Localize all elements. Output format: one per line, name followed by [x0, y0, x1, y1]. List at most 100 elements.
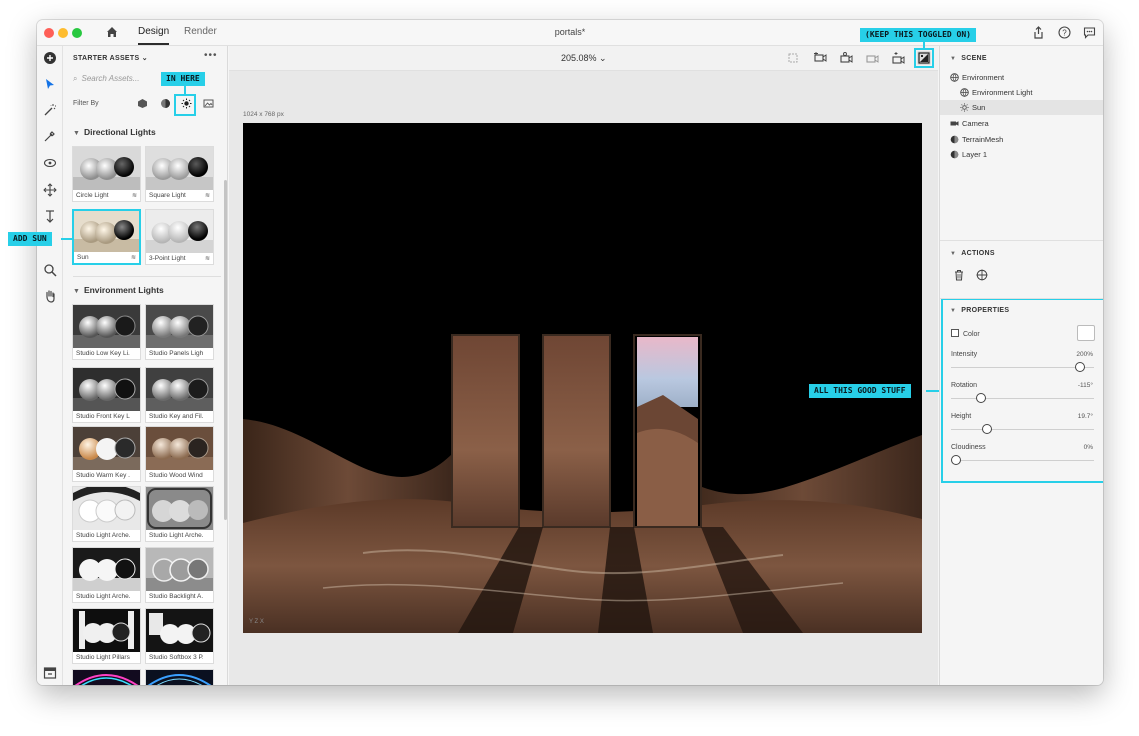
add-icon[interactable]: [43, 51, 57, 65]
asset-card-env-2[interactable]: Studio Front Key L...: [72, 367, 141, 423]
svg-text:?: ?: [1062, 28, 1067, 37]
cloudiness-value[interactable]: 0%: [1084, 444, 1093, 451]
asset-card-env-6[interactable]: Studio Light Arche...: [72, 486, 141, 542]
share-icon[interactable]: [1032, 26, 1045, 39]
help-icon[interactable]: ?: [1058, 26, 1071, 39]
intensity-slider-track[interactable]: [951, 367, 1094, 368]
thumbnail: [73, 548, 140, 591]
adjust-icon[interactable]: ≋: [131, 254, 136, 261]
callout-keep-toggled: (KEEP THIS TOGGLED ON): [860, 28, 976, 42]
material-filter-icon[interactable]: [160, 98, 171, 109]
asset-card-env-12[interactable]: [72, 669, 141, 685]
asset-card-circle-light[interactable]: Circle Light ≋: [72, 146, 141, 202]
panel-divider: [940, 298, 1103, 299]
asset-card-env-5[interactable]: Studio Wood Wind...: [145, 426, 214, 482]
callout-add-sun: ADD SUN: [8, 232, 52, 246]
scene-item-label: TerrainMesh: [962, 135, 1004, 144]
cloudiness-label: Cloudiness: [951, 444, 986, 451]
camera-bookmark-icon[interactable]: [813, 51, 827, 65]
asset-card-env-7[interactable]: Studio Light Arche...: [145, 486, 214, 542]
adjust-icon[interactable]: ≋: [132, 192, 137, 199]
image-filter-icon[interactable]: [203, 98, 214, 109]
hand-icon[interactable]: [43, 289, 57, 303]
scene-item-sun[interactable]: Sun: [940, 100, 1103, 115]
thumbnail: [73, 368, 140, 411]
asset-card-env-4[interactable]: Studio Warm Key ...: [72, 426, 141, 482]
dolly-icon[interactable]: [43, 210, 57, 224]
zoom-icon[interactable]: [43, 263, 57, 277]
scene-item-layer-1[interactable]: Layer 1: [940, 147, 1103, 162]
select-tool-icon[interactable]: [43, 77, 57, 91]
scene-item-camera[interactable]: Camera: [940, 116, 1103, 131]
color-label: Color: [963, 331, 980, 338]
camera-light-icon[interactable]: [891, 51, 905, 65]
magic-wand-icon[interactable]: [43, 103, 57, 117]
zoom-level-dropdown[interactable]: 205.08% ⌄: [561, 53, 607, 64]
scene-item-environment-light[interactable]: Environment Light: [940, 85, 1103, 100]
search-icon: ⌕: [73, 74, 78, 83]
asset-card-label: Studio Light Arche...: [76, 532, 130, 539]
properties-section-header[interactable]: ▼ PROPERTIES: [950, 307, 1009, 314]
camera-settings-icon[interactable]: [865, 51, 879, 65]
asset-card-square-light[interactable]: Square Light ≋: [145, 146, 214, 202]
thumbnail: [146, 368, 213, 411]
eyedropper-icon[interactable]: [43, 129, 57, 143]
asset-card-env-10[interactable]: Studio Light Pillars...: [72, 608, 141, 664]
thumbnail: [73, 305, 140, 348]
rotation-slider-track[interactable]: [951, 398, 1094, 399]
assets-panel-title[interactable]: STARTER ASSETS ⌄: [73, 54, 148, 62]
frame-icon[interactable]: [786, 51, 800, 65]
cloudiness-slider-track[interactable]: [951, 460, 1094, 461]
assets-scrollbar-thumb[interactable]: [224, 180, 227, 520]
asset-card-3-point-light[interactable]: 3-Point Light ≋: [145, 209, 214, 265]
height-value[interactable]: 19.7°: [1078, 413, 1093, 420]
adjust-icon[interactable]: ≋: [205, 255, 210, 262]
height-slider-thumb[interactable]: [981, 424, 992, 434]
section-environment-lights[interactable]: ▼ Environment Lights: [73, 285, 164, 295]
intensity-value[interactable]: 200%: [1076, 351, 1093, 358]
asset-card-env-8[interactable]: Studio Light Arche...: [72, 547, 141, 603]
right-panel: ▼ SCENE Environment Environment Light Sun…: [939, 46, 1103, 685]
asset-card-env-13[interactable]: [145, 669, 214, 685]
color-swatch[interactable]: [1077, 325, 1095, 341]
scene-render: [243, 123, 922, 633]
scene-item-environment[interactable]: Environment: [940, 70, 1103, 85]
asset-card-label: Square Light: [149, 192, 186, 199]
cloudiness-slider-thumb[interactable]: [951, 455, 961, 465]
chevron-down-icon: ▼: [73, 130, 80, 137]
render-viewport[interactable]: Y Z X: [243, 123, 922, 633]
asset-card-env-1[interactable]: Studio Panels Light: [145, 304, 214, 360]
section-directional-lights[interactable]: ▼ Directional Lights: [73, 127, 156, 137]
intensity-slider-thumb[interactable]: [1074, 362, 1085, 372]
asset-card-sun[interactable]: Sun ≋: [72, 209, 141, 265]
actions-section-header[interactable]: ▼ ACTIONS: [950, 250, 995, 257]
model-filter-icon[interactable]: [137, 98, 148, 109]
scene-item-terrainmesh[interactable]: TerrainMesh: [940, 132, 1103, 147]
camera-view-icon[interactable]: [839, 51, 853, 65]
globe-icon: [960, 88, 969, 97]
color-checkbox[interactable]: [951, 329, 959, 337]
app-window: Design Render portals* ? STARTER ASSETS …: [37, 20, 1103, 685]
asset-card-env-3[interactable]: Studio Key and Fil...: [145, 367, 214, 423]
archive-panel-icon[interactable]: [43, 666, 57, 680]
height-slider-track[interactable]: [951, 429, 1094, 430]
asset-card-env-9[interactable]: Studio Backlight A...: [145, 547, 214, 603]
pan-move-icon[interactable]: [43, 183, 57, 197]
chevron-down-icon: ⌄: [599, 53, 607, 63]
adjust-icon[interactable]: ≋: [205, 192, 210, 199]
thumbnail: [146, 147, 213, 190]
trash-icon[interactable]: [953, 269, 965, 281]
asset-card-label: 3-Point Light: [149, 255, 186, 262]
more-options-icon[interactable]: •••: [204, 50, 218, 61]
thumbnail: [146, 210, 213, 253]
orbit-icon[interactable]: [43, 156, 57, 170]
rotation-value[interactable]: -115°: [1078, 382, 1093, 389]
feedback-icon[interactable]: [1083, 26, 1096, 39]
callout-connector: [61, 238, 72, 240]
callout-connector: [926, 390, 939, 392]
crosshair-icon[interactable]: [976, 269, 988, 281]
asset-card-env-0[interactable]: Studio Low Key Li...: [72, 304, 141, 360]
asset-card-env-11[interactable]: Studio Softbox 3 P...: [145, 608, 214, 664]
chevron-down-icon: ▼: [73, 288, 80, 295]
scene-section-header[interactable]: ▼ SCENE: [950, 55, 987, 62]
